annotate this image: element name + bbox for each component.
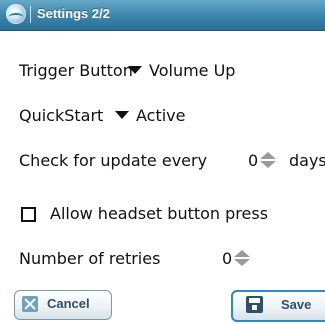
app-icon bbox=[6, 4, 26, 24]
update-interval-stepper[interactable]: 0 bbox=[248, 146, 277, 176]
update-interval-unit: days bbox=[289, 151, 325, 170]
cancel-button[interactable]: Cancel bbox=[14, 290, 112, 320]
save-label: Save bbox=[281, 297, 312, 312]
retries-row: Number of retries 0 bbox=[0, 244, 325, 274]
dropdown-arrow-icon bbox=[115, 110, 129, 119]
close-icon bbox=[22, 296, 38, 312]
spinner-icon[interactable] bbox=[260, 151, 277, 168]
retries-label: Number of retries bbox=[19, 249, 161, 268]
save-icon bbox=[246, 296, 263, 313]
update-interval-value: 0 bbox=[248, 151, 259, 170]
title-bar: Settings 2/2 bbox=[0, 0, 325, 31]
quickstart-row: QuickStart Active bbox=[0, 101, 325, 131]
trigger-button-row: Trigger Button Volume Up bbox=[0, 56, 325, 86]
headset-checkbox[interactable] bbox=[21, 207, 36, 222]
retries-value: 0 bbox=[222, 249, 233, 268]
update-interval-row: Check for update every 0 days bbox=[0, 146, 325, 176]
save-button[interactable]: Save bbox=[231, 290, 325, 322]
title-divider bbox=[30, 6, 31, 23]
headset-row: Allow headset button press bbox=[0, 199, 325, 229]
quickstart-label: QuickStart bbox=[19, 106, 104, 125]
retries-stepper[interactable]: 0 bbox=[222, 244, 251, 274]
quickstart-dropdown[interactable]: Active bbox=[115, 101, 186, 131]
trigger-button-label: Trigger Button bbox=[19, 61, 133, 80]
dropdown-arrow-icon bbox=[128, 65, 142, 74]
cancel-label: Cancel bbox=[47, 296, 90, 311]
headset-label: Allow headset button press bbox=[50, 204, 269, 223]
trigger-button-dropdown[interactable]: Volume Up bbox=[128, 56, 235, 86]
trigger-button-value: Volume Up bbox=[149, 61, 236, 80]
window-title: Settings 2/2 bbox=[37, 6, 110, 21]
update-interval-label: Check for update every bbox=[19, 151, 208, 170]
quickstart-value: Active bbox=[136, 106, 186, 125]
spinner-icon[interactable] bbox=[234, 249, 251, 266]
